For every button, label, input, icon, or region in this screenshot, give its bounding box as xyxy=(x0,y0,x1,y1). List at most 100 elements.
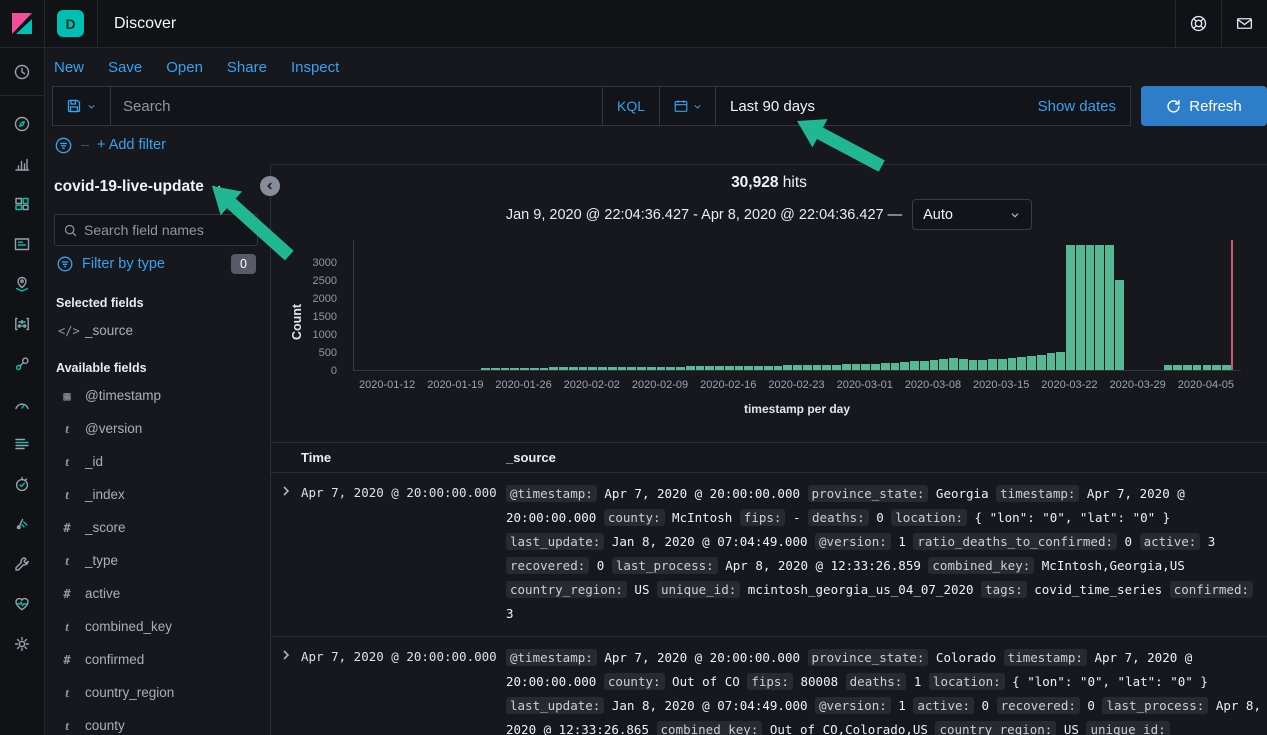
kql-toggle[interactable]: KQL xyxy=(602,87,659,125)
rail-item-uptime[interactable] xyxy=(0,464,45,504)
field-item-_type[interactable]: t_type xyxy=(54,544,258,577)
field-search-input[interactable] xyxy=(84,222,249,238)
histogram-bar[interactable] xyxy=(686,366,695,370)
histogram-bar[interactable] xyxy=(1183,365,1192,370)
histogram-bar[interactable] xyxy=(579,367,588,370)
histogram-bar[interactable] xyxy=(598,367,607,370)
field-item-_id[interactable]: t_id xyxy=(54,445,258,478)
histogram-bar[interactable] xyxy=(978,360,987,370)
histogram-bar[interactable] xyxy=(715,366,724,370)
newsfeed-button[interactable] xyxy=(1221,0,1267,48)
histogram-bar[interactable] xyxy=(871,364,880,371)
histogram-bar[interactable] xyxy=(988,359,997,370)
histogram-bar[interactable] xyxy=(939,359,948,370)
rail-item-apm[interactable] xyxy=(0,504,45,544)
histogram-bar[interactable] xyxy=(627,367,636,370)
field-item-_index[interactable]: t_index xyxy=(54,478,258,511)
kibana-logo[interactable] xyxy=(0,0,45,48)
histogram-bar[interactable] xyxy=(549,367,558,370)
histogram-bar[interactable] xyxy=(1008,358,1017,370)
rail-item-maps[interactable] xyxy=(0,264,45,304)
histogram-bar[interactable] xyxy=(1212,365,1221,370)
histogram-bar[interactable] xyxy=(725,366,734,370)
histogram-bar[interactable] xyxy=(774,366,783,370)
histogram-bar[interactable] xyxy=(1086,245,1095,370)
histogram-bar[interactable] xyxy=(998,359,1007,370)
histogram-bar[interactable] xyxy=(491,368,500,370)
histogram-bar[interactable] xyxy=(559,367,568,370)
rail-item-discover[interactable] xyxy=(0,104,45,144)
histogram-bar[interactable] xyxy=(530,368,539,370)
histogram-bar[interactable] xyxy=(705,366,714,370)
histogram-bar[interactable] xyxy=(696,366,705,370)
histogram-bar[interactable] xyxy=(1095,245,1104,370)
histogram-bar[interactable] xyxy=(959,359,968,370)
histogram-bar[interactable] xyxy=(852,364,861,370)
histogram-bar[interactable] xyxy=(813,365,822,370)
histogram-bar[interactable] xyxy=(666,367,675,370)
histogram-bar[interactable] xyxy=(520,368,529,370)
histogram-bar[interactable] xyxy=(1115,280,1124,370)
help-button[interactable] xyxy=(1175,0,1221,48)
histogram-bar[interactable] xyxy=(1066,245,1075,370)
doc-expand-toggle[interactable] xyxy=(271,646,301,735)
histogram-bar[interactable] xyxy=(900,362,909,370)
histogram-bar[interactable] xyxy=(842,364,851,370)
field-item-@version[interactable]: t@version xyxy=(54,412,258,445)
field-item-_score[interactable]: #_score xyxy=(54,511,258,544)
field-item-country_region[interactable]: tcountry_region xyxy=(54,676,258,709)
histogram-bar[interactable] xyxy=(949,358,958,370)
collapse-sidebar-button[interactable] xyxy=(260,176,280,196)
field-item-_source[interactable]: </>_source xyxy=(54,314,258,347)
histogram-bar[interactable] xyxy=(1037,355,1046,370)
add-filter-button[interactable]: + Add filter xyxy=(97,137,166,153)
histogram-bar[interactable] xyxy=(637,367,646,370)
histogram-bar[interactable] xyxy=(1047,353,1056,370)
rail-item-recently-viewed[interactable] xyxy=(0,48,45,96)
histogram-bar[interactable] xyxy=(481,368,490,370)
show-dates-button[interactable]: Show dates xyxy=(1038,98,1130,115)
space-badge[interactable]: D xyxy=(57,10,84,37)
histogram-bar[interactable] xyxy=(891,363,900,370)
histogram-bar[interactable] xyxy=(881,363,890,370)
rail-item-dashboard[interactable] xyxy=(0,184,45,224)
histogram-bar[interactable] xyxy=(676,367,685,370)
rail-item-machine-learning[interactable] xyxy=(0,304,45,344)
histogram-bar[interactable] xyxy=(969,360,978,370)
rail-item-logs[interactable] xyxy=(0,424,45,464)
field-item-county[interactable]: tcounty xyxy=(54,709,258,735)
histogram-bar[interactable] xyxy=(1203,365,1212,370)
histogram-bar[interactable] xyxy=(569,367,578,370)
histogram-bar[interactable] xyxy=(1056,352,1065,370)
doc-expand-toggle[interactable] xyxy=(271,482,301,626)
histogram-bar[interactable] xyxy=(501,368,510,370)
histogram-bar[interactable] xyxy=(618,367,627,370)
histogram-bar[interactable] xyxy=(803,365,812,370)
histogram-bar[interactable] xyxy=(657,367,666,370)
histogram-bar[interactable] xyxy=(832,365,841,370)
menu-item-new[interactable]: New xyxy=(54,59,84,76)
field-item-confirmed[interactable]: #confirmed xyxy=(54,643,258,676)
interval-select[interactable]: Auto xyxy=(912,199,1032,230)
histogram-bar[interactable] xyxy=(1193,365,1202,370)
histogram-bar[interactable] xyxy=(930,360,939,370)
histogram-bar[interactable] xyxy=(588,367,597,370)
menu-item-inspect[interactable]: Inspect xyxy=(291,59,339,76)
time-range-value[interactable]: Last 90 days xyxy=(716,98,829,115)
histogram-bar[interactable] xyxy=(1173,365,1182,370)
menu-item-open[interactable]: Open xyxy=(166,59,203,76)
field-item-combined_key[interactable]: tcombined_key xyxy=(54,610,258,643)
quick-select-menu-button[interactable] xyxy=(660,87,716,125)
histogram-bar[interactable] xyxy=(793,365,802,370)
search-input[interactable] xyxy=(111,98,602,115)
histogram-bar[interactable] xyxy=(510,368,519,370)
rail-item-management[interactable] xyxy=(0,624,45,664)
histogram-bar[interactable] xyxy=(1105,245,1114,370)
rail-item-stack-monitoring[interactable] xyxy=(0,584,45,624)
field-item-@timestamp[interactable]: ▦@timestamp xyxy=(54,379,258,412)
menu-item-share[interactable]: Share xyxy=(227,59,267,76)
histogram-bar[interactable] xyxy=(920,361,929,370)
histogram-bar[interactable] xyxy=(1164,365,1173,370)
histogram-bar[interactable] xyxy=(754,366,763,370)
histogram-bar[interactable] xyxy=(764,366,773,370)
